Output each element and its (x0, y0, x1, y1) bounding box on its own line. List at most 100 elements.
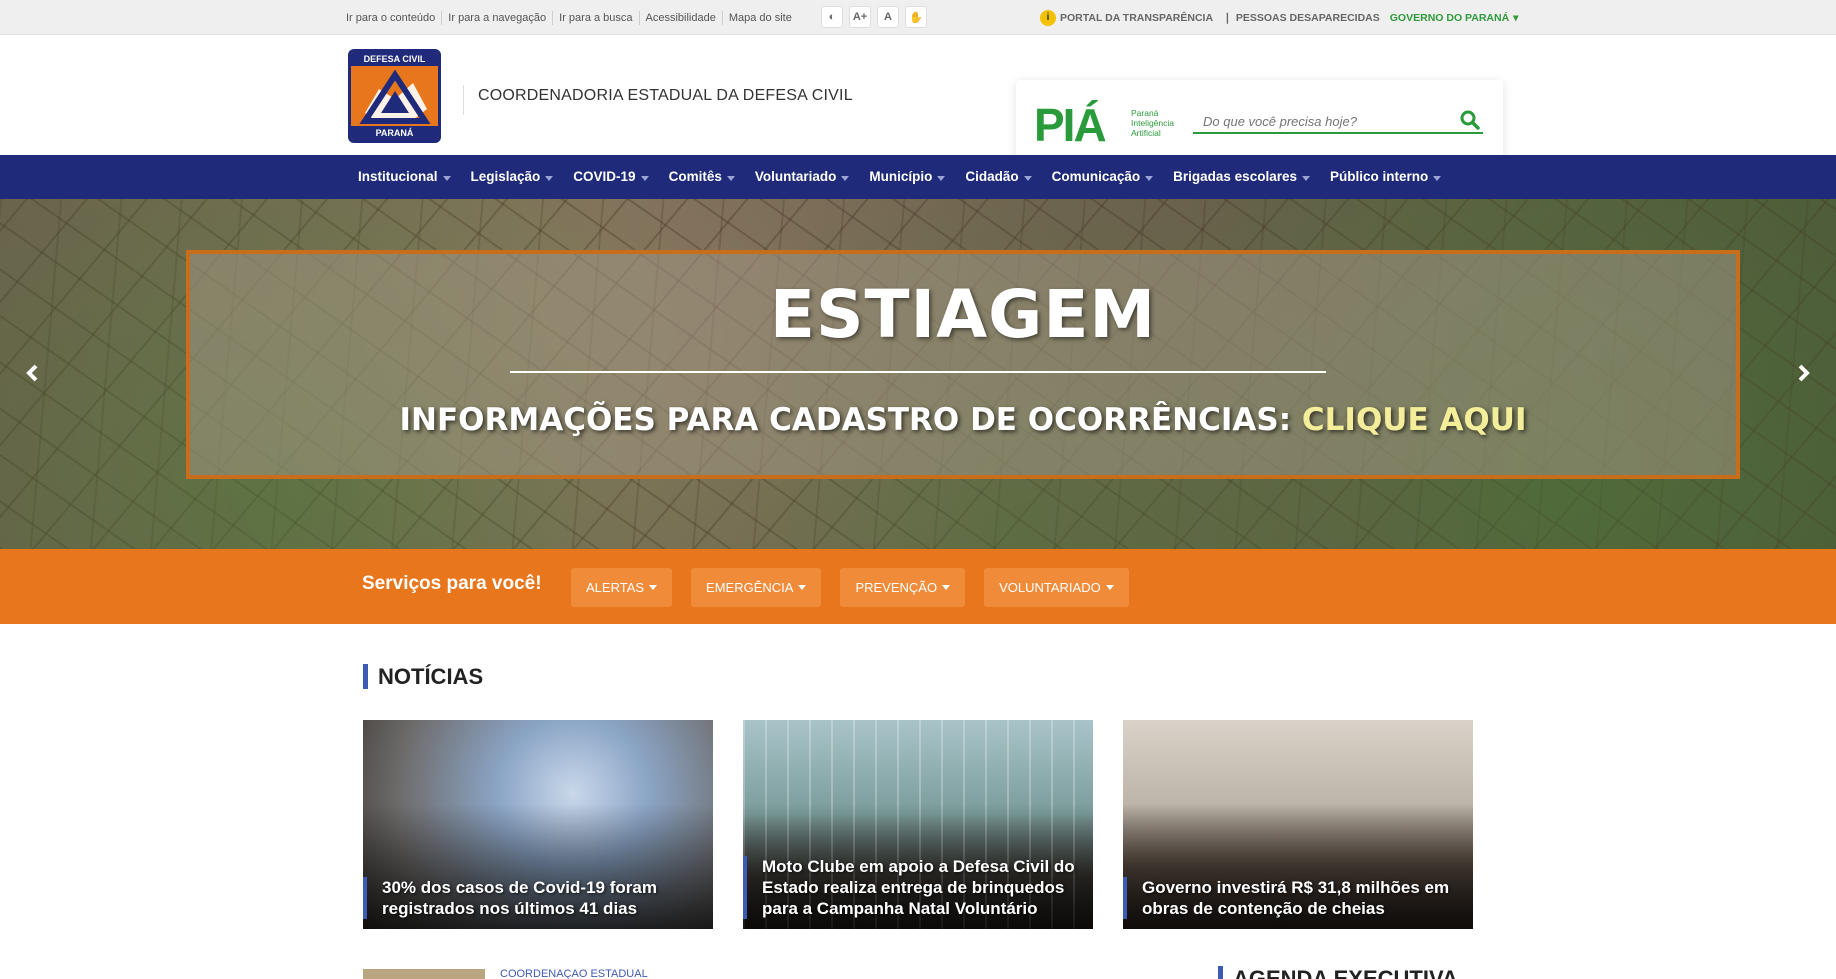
nav-item-covid-19[interactable]: COVID-19 (563, 155, 658, 199)
pia-sub-line: Artificial (1131, 128, 1161, 138)
organization-name[interactable]: COORDENADORIA ESTADUAL DA DEFESA CIVIL (478, 87, 853, 105)
alertas-dropdown-button[interactable]: ALERTAS (571, 568, 673, 607)
hero-carousel[interactable]: ESTIAGEM INFORMAÇÕES PARA CADASTRO DE OC… (0, 199, 1836, 549)
nav-item-label: Cidadão (965, 169, 1019, 184)
nav-item-label: Município (869, 169, 933, 184)
news-card[interactable]: Governo investirá R$ 31,8 milhões em obr… (1123, 720, 1473, 929)
site-header: DEFESA CIVIL PARANÁ COORDENADORIA ESTADU… (0, 35, 1836, 164)
news-cards: 30% dos casos de Covid-19 foram registra… (363, 720, 1473, 929)
hero-subline: INFORMAÇÕES PARA CADASTRO DE OCORRÊNCIAS… (190, 402, 1736, 438)
search-input[interactable] (1193, 110, 1483, 134)
chevron-down-icon (640, 175, 649, 181)
sign-language-button[interactable]: ✋ (905, 6, 927, 28)
search-icon[interactable] (1460, 110, 1480, 135)
news-thumbnail[interactable] (363, 969, 485, 979)
header-divider (463, 85, 464, 115)
agenda-section-title: AGENDA EXECUTIVA (1218, 966, 1458, 979)
chevron-down-icon (442, 175, 451, 181)
chevron-down-icon (798, 585, 807, 590)
news-card-caption[interactable]: 30% dos casos de Covid-19 foram registra… (363, 877, 713, 919)
pia-logo[interactable]: PIÁ (1034, 102, 1107, 148)
news-card[interactable]: 30% dos casos de Covid-19 foram registra… (363, 720, 713, 929)
news-card[interactable]: Moto Clube em apoio a Defesa Civil do Es… (743, 720, 1093, 929)
hero-banner-frame[interactable]: ESTIAGEM INFORMAÇÕES PARA CADASTRO DE OC… (186, 250, 1740, 479)
nav-item-label: Voluntariado (754, 169, 837, 184)
service-label: EMERGÊNCIA (706, 580, 794, 595)
missing-persons-label: PESSOAS DESAPARECIDAS (1235, 11, 1380, 24)
nav-item-comunicacao[interactable]: Comunicação (1042, 155, 1164, 199)
pia-search-panel: PIÁ Paraná Inteligência Artificial (1016, 80, 1503, 164)
info-icon: i (1040, 9, 1056, 26)
nav-item-label: Comunicação (1051, 169, 1141, 184)
main-navigation: Institucional Legislação COVID-19 Comitê… (0, 155, 1836, 199)
chevron-down-icon (1433, 175, 1442, 181)
voluntariado-dropdown-button[interactable]: VOLUNTARIADO (984, 568, 1129, 607)
services-buttons: ALERTAS EMERGÊNCIA PREVENÇÃO VOLUNTARIAD… (571, 568, 1129, 607)
news-card-caption[interactable]: Governo investirá R$ 31,8 milhões em obr… (1123, 877, 1473, 919)
accessibility-controls: ◐ A+ A ✋ (821, 6, 927, 28)
carousel-prev-button[interactable] (20, 361, 44, 385)
external-links: i PORTAL DA TRANSPARÊNCIA ❘ PESSOAS DESA… (1040, 0, 1518, 35)
contrast-toggle-button[interactable]: ◐ (821, 6, 843, 28)
defesa-civil-logo[interactable]: DEFESA CIVIL PARANÁ (348, 49, 441, 143)
transparency-portal-link[interactable]: i PORTAL DA TRANSPARÊNCIA (1040, 9, 1214, 26)
carousel-next-button[interactable] (1792, 361, 1816, 385)
pia-sub-line: Paraná (1131, 108, 1159, 118)
hero-cta-link[interactable]: CLIQUE AQUI (1302, 402, 1527, 438)
chevron-down-icon (726, 175, 735, 181)
hero-headline: ESTIAGEM (769, 276, 1157, 353)
nav-item-label: Comitês (668, 169, 722, 184)
nav-item-label: Público interno (1329, 169, 1429, 184)
nav-item-comites[interactable]: Comitês (659, 155, 745, 199)
nav-item-label: COVID-19 (573, 169, 636, 184)
nav-item-label: Legislação (470, 169, 541, 184)
services-bar: Serviços para você! ALERTAS EMERGÊNCIA P… (0, 549, 1836, 624)
hero-divider (510, 371, 1326, 373)
increase-font-button[interactable]: A+ (849, 6, 871, 28)
skip-to-search-link[interactable]: Ir para a busca (553, 10, 640, 25)
nav-item-publico-interno[interactable]: Público interno (1320, 155, 1451, 199)
skip-to-navigation-link[interactable]: Ir para a navegação (442, 10, 554, 25)
accessibility-link[interactable]: Acessibilidade (640, 10, 723, 25)
government-label: GOVERNO DO PARANÁ (1389, 11, 1510, 24)
missing-persons-link[interactable]: ❘ PESSOAS DESAPARECIDAS (1223, 12, 1380, 24)
pia-subtitle: Paraná Inteligência Artificial (1131, 108, 1174, 138)
default-font-button[interactable]: A (877, 6, 899, 28)
nav-item-label: Brigadas escolares (1173, 169, 1297, 184)
chevron-down-icon (841, 175, 850, 181)
pia-sub-line: Inteligência (1131, 118, 1175, 128)
nav-item-municipio[interactable]: Município (859, 155, 955, 199)
skip-to-content-link[interactable]: Ir para o conteúdo (346, 10, 443, 25)
logo-bottom-text: PARANÁ (351, 126, 438, 140)
chevron-right-icon (1798, 364, 1810, 382)
nav-item-brigadas-escolares[interactable]: Brigadas escolares (1163, 155, 1320, 199)
chevron-down-icon (942, 585, 951, 590)
news-category-tag[interactable]: COORDENAÇÃO ESTADUAL (500, 969, 648, 979)
transparency-portal-label: PORTAL DA TRANSPARÊNCIA (1060, 11, 1214, 24)
chevron-down-icon: ▾ (1513, 11, 1519, 24)
nav-item-cidadao[interactable]: Cidadão (955, 155, 1041, 199)
chevron-down-icon (1145, 175, 1154, 181)
service-label: VOLUNTARIADO (999, 580, 1101, 595)
government-dropdown[interactable]: GOVERNO DO PARANÁ ▾ (1390, 12, 1519, 24)
skip-links: Ir para o conteúdo Ir para a navegação I… (346, 0, 798, 35)
prevencao-dropdown-button[interactable]: PREVENÇÃO (840, 568, 966, 607)
chevron-down-icon (1301, 175, 1310, 181)
nav-item-voluntariado[interactable]: Voluntariado (745, 155, 860, 199)
site-map-link[interactable]: Mapa do site (723, 11, 798, 25)
services-title: Serviços para você! (362, 573, 542, 594)
news-section-title: NOTÍCIAS (363, 664, 483, 689)
chevron-down-icon (937, 175, 946, 181)
service-label: PREVENÇÃO (855, 580, 938, 595)
chevron-down-icon (649, 585, 658, 590)
nav-item-label: Institucional (358, 169, 438, 184)
nav-item-institucional[interactable]: Institucional (348, 155, 461, 199)
utility-bar: Ir para o conteúdo Ir para a navegação I… (0, 0, 1836, 35)
news-card-caption[interactable]: Moto Clube em apoio a Defesa Civil do Es… (743, 856, 1093, 919)
civil-defense-triangle-icon (359, 69, 431, 124)
logo-top-text: DEFESA CIVIL (351, 52, 438, 66)
chevron-down-icon (1105, 585, 1114, 590)
person-icon: ❘ (1223, 11, 1232, 24)
emergencia-dropdown-button[interactable]: EMERGÊNCIA (691, 568, 822, 607)
nav-item-legislacao[interactable]: Legislação (461, 155, 564, 199)
